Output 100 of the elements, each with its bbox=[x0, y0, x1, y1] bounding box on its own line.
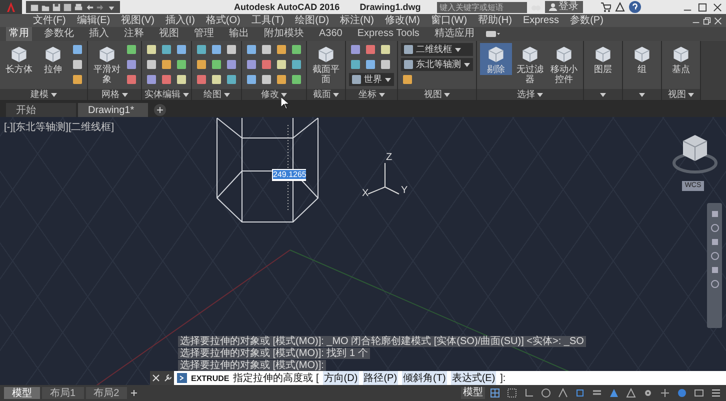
tool-button[interactable] bbox=[275, 73, 288, 86]
tool-button[interactable] bbox=[71, 58, 84, 71]
tool-button[interactable] bbox=[160, 58, 173, 71]
fullscreen-icon[interactable] bbox=[694, 388, 704, 398]
ribbon-tab[interactable]: 插入 bbox=[86, 27, 112, 41]
tool-button[interactable] bbox=[349, 43, 362, 56]
ribbon-tool-button[interactable]: 移动小控件 bbox=[548, 43, 580, 85]
ribbon-tab[interactable]: 输出 bbox=[226, 27, 252, 41]
tool-button[interactable] bbox=[71, 43, 84, 56]
ribbon-tool-button[interactable]: 截面平面 bbox=[310, 43, 342, 85]
ribbon-tool-button[interactable]: 无过滤器 bbox=[514, 43, 546, 85]
tool-button[interactable] bbox=[364, 43, 377, 56]
caret-icon[interactable] bbox=[444, 92, 450, 96]
caret-icon[interactable] bbox=[224, 92, 230, 96]
tool-button[interactable] bbox=[225, 58, 238, 71]
caret-icon[interactable] bbox=[537, 92, 543, 96]
cart-icon[interactable] bbox=[600, 2, 611, 12]
viewport-label[interactable]: [-][东北等轴测][二维线框] bbox=[4, 120, 114, 134]
tool-button[interactable] bbox=[260, 73, 273, 86]
tool-button[interactable] bbox=[195, 43, 208, 56]
tool-button[interactable] bbox=[260, 43, 273, 56]
tool-button[interactable] bbox=[379, 58, 392, 71]
tool-button[interactable] bbox=[175, 43, 188, 56]
command-line-field[interactable]: EXTRUDE 指定拉伸的高度或 [ 方向(D) 路径(P) 倾斜角(T) 表达式(E) ]: bbox=[174, 371, 726, 385]
menu-item[interactable]: 格式(O) bbox=[206, 14, 240, 27]
ribbon-tab[interactable]: 管理 bbox=[191, 27, 217, 41]
tool-button[interactable] bbox=[210, 73, 223, 86]
object-snap-icon[interactable] bbox=[575, 388, 585, 398]
tool-button[interactable] bbox=[245, 58, 258, 71]
dropdown[interactable]: 东北等轴测 bbox=[401, 58, 473, 71]
tool-button[interactable] bbox=[290, 58, 303, 71]
tool-button[interactable] bbox=[260, 58, 273, 71]
command-option[interactable]: 倾斜角(T) bbox=[402, 371, 447, 385]
isolate-icon[interactable] bbox=[677, 388, 687, 398]
plus-icon[interactable] bbox=[129, 388, 140, 398]
new-file-icon[interactable] bbox=[30, 2, 39, 12]
menu-item[interactable]: 绘图(D) bbox=[295, 14, 330, 27]
ribbon-tool-button[interactable]: 拉伸 bbox=[37, 43, 69, 75]
file-tab[interactable]: Drawing1* bbox=[78, 103, 148, 117]
caret-icon[interactable] bbox=[600, 92, 606, 96]
tool-button[interactable] bbox=[160, 73, 173, 86]
ribbon-tool-button[interactable]: 长方体 bbox=[3, 43, 35, 75]
ribbon-tab[interactable]: 注释 bbox=[121, 27, 147, 41]
print-icon[interactable] bbox=[74, 2, 83, 12]
tool-button[interactable] bbox=[210, 43, 223, 56]
save-icon[interactable] bbox=[52, 2, 61, 12]
tool-button[interactable] bbox=[225, 73, 238, 86]
tool-button[interactable] bbox=[364, 58, 377, 71]
menu-item[interactable]: 帮助(H) bbox=[478, 14, 512, 27]
ribbon-tab[interactable]: Express Tools bbox=[354, 27, 422, 41]
ribbon-tab[interactable]: 精选应用 bbox=[431, 27, 478, 41]
tool-button[interactable] bbox=[275, 58, 288, 71]
file-tab[interactable]: 开始 bbox=[6, 103, 76, 117]
tool-button[interactable] bbox=[349, 58, 362, 71]
grid-icon[interactable] bbox=[490, 388, 500, 398]
caret-icon[interactable] bbox=[333, 92, 339, 96]
panel-toggle-icon[interactable] bbox=[486, 30, 500, 38]
snap-icon[interactable] bbox=[507, 388, 517, 398]
menu-item[interactable]: 视图(V) bbox=[121, 14, 154, 27]
maximize-icon[interactable] bbox=[698, 2, 707, 12]
ribbon-tool-button[interactable]: 基点 bbox=[665, 43, 697, 75]
tool-button[interactable] bbox=[125, 58, 138, 71]
tool-button[interactable] bbox=[225, 43, 238, 56]
sign-in-button[interactable]: 登录 bbox=[544, 1, 583, 13]
tool-button[interactable] bbox=[125, 73, 138, 86]
dropdown[interactable]: 二维线框 bbox=[401, 43, 473, 56]
tool-button[interactable] bbox=[145, 43, 158, 56]
wrench-icon[interactable] bbox=[164, 374, 172, 382]
ribbon-tab[interactable]: 附加模块 bbox=[261, 27, 307, 41]
ribbon-tool-button[interactable]: 平滑对象 bbox=[91, 43, 123, 85]
caret-icon[interactable] bbox=[378, 92, 384, 96]
undo-icon[interactable] bbox=[85, 2, 94, 12]
ribbon-tool-button[interactable]: 剔除 bbox=[480, 43, 512, 75]
plus-icon[interactable] bbox=[154, 104, 166, 116]
help-icon[interactable] bbox=[628, 1, 641, 13]
command-option[interactable]: 方向(D) bbox=[322, 371, 359, 385]
caret-icon[interactable] bbox=[688, 92, 694, 96]
menu-item[interactable]: 文件(F) bbox=[33, 14, 66, 27]
command-option[interactable]: 表达式(E) bbox=[450, 371, 496, 385]
tool-button[interactable] bbox=[245, 73, 258, 86]
ribbon-tab[interactable]: 参数化 bbox=[41, 27, 77, 41]
tool-button[interactable] bbox=[275, 43, 288, 56]
tool-button[interactable] bbox=[160, 43, 173, 56]
ribbon-tab[interactable]: 常用 bbox=[6, 27, 32, 41]
tool-button[interactable] bbox=[210, 58, 223, 71]
menu-item[interactable]: 工具(T) bbox=[251, 14, 284, 27]
model-space-button[interactable]: 模型 bbox=[461, 387, 485, 399]
ribbon-tab[interactable]: A360 bbox=[316, 27, 346, 41]
tool-button[interactable] bbox=[175, 58, 188, 71]
tool-button[interactable] bbox=[401, 73, 414, 86]
command-option[interactable]: 路径(P) bbox=[362, 371, 398, 385]
tool-button[interactable] bbox=[290, 73, 303, 86]
layout-tab[interactable]: 模型 bbox=[4, 387, 40, 399]
ortho-icon[interactable] bbox=[524, 388, 534, 398]
tool-button[interactable] bbox=[145, 73, 158, 86]
tool-button[interactable] bbox=[145, 58, 158, 71]
layout-tab[interactable]: 布局2 bbox=[86, 387, 128, 399]
ribbon-tab[interactable]: 视图 bbox=[156, 27, 182, 41]
caret-icon[interactable] bbox=[182, 92, 188, 96]
tool-button[interactable] bbox=[379, 43, 392, 56]
